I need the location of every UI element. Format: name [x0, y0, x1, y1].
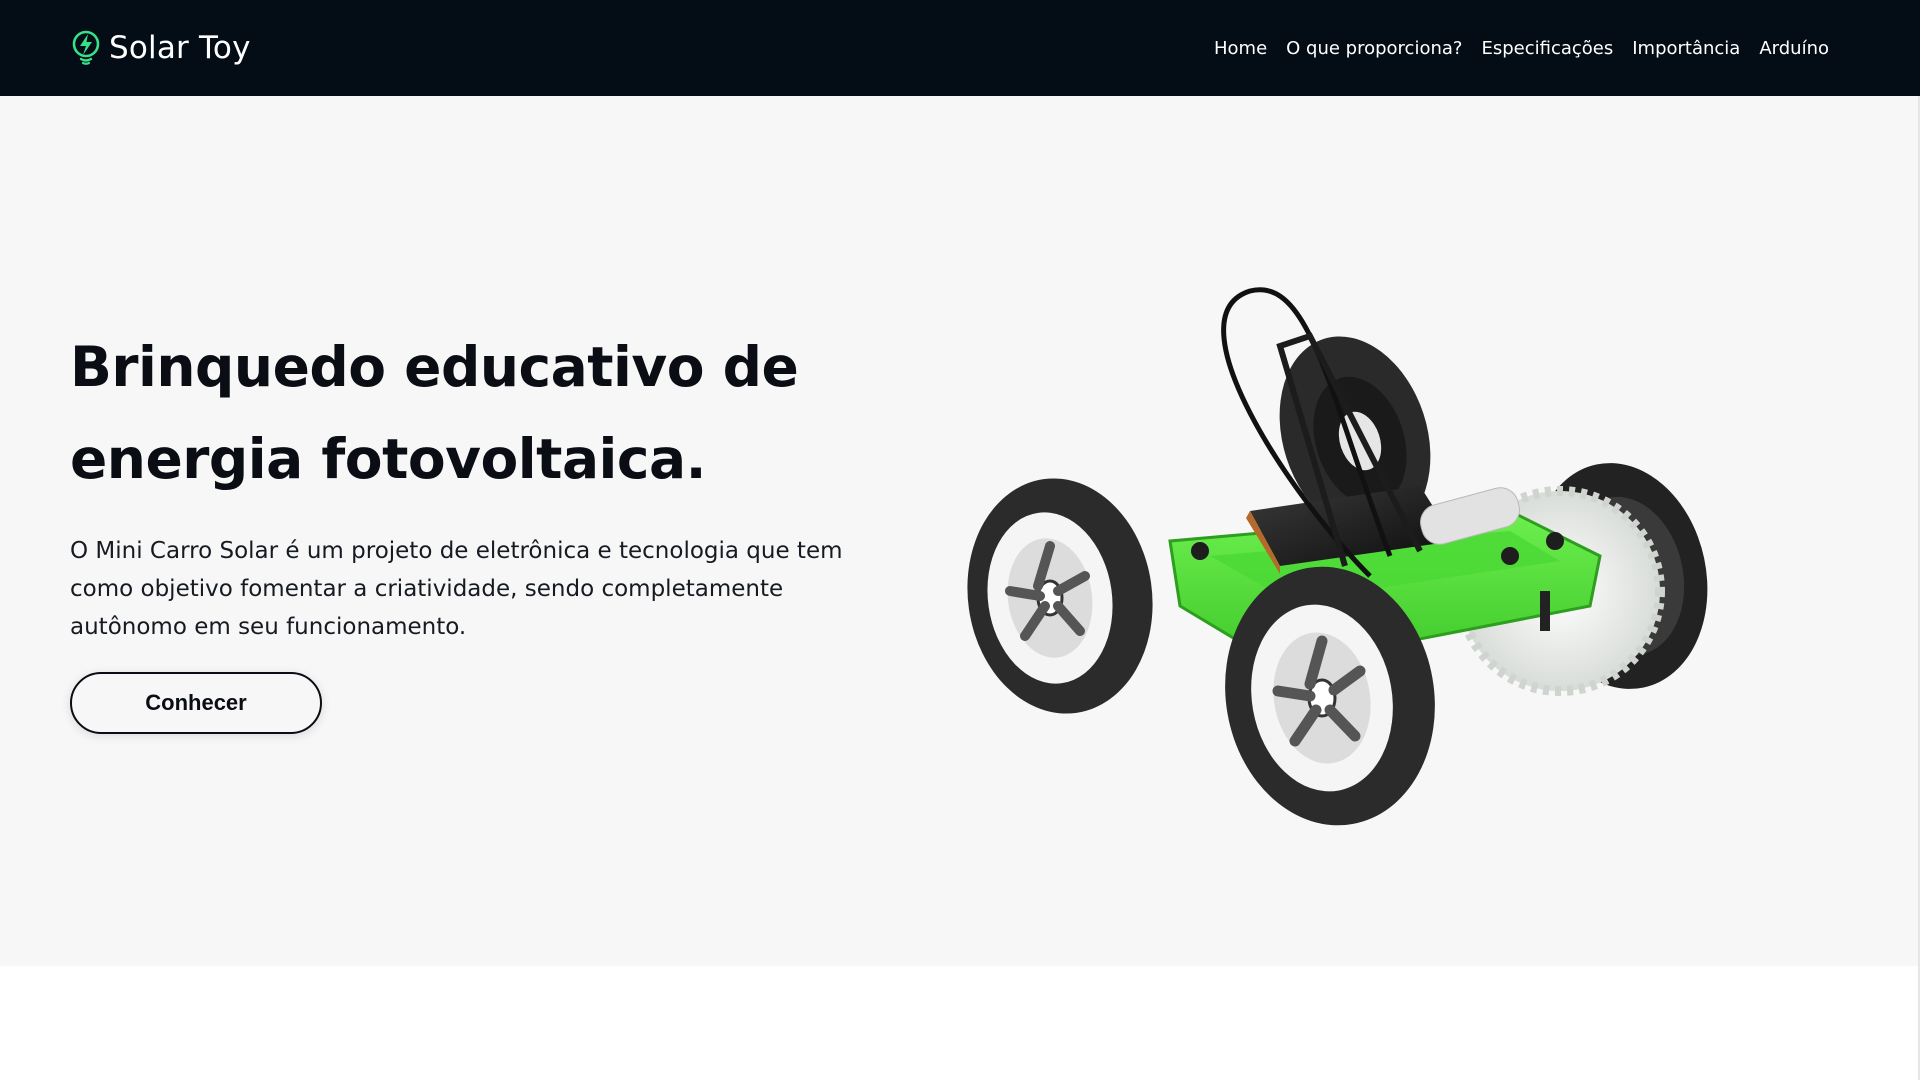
nav-link-o-que-proporciona[interactable]: O que proporciona? [1286, 38, 1462, 59]
hero-title-line-2: energia fotovoltaica. [70, 427, 707, 491]
lightning-bolt-icon [72, 30, 100, 65]
solar-car-toy-image [967, 287, 1708, 826]
hero-title-line-1: Brinquedo educativo de [70, 335, 799, 399]
hero-description: O Mini Carro Solar é um projeto de eletr… [70, 538, 843, 640]
conhecer-button[interactable]: Conhecer [70, 672, 322, 734]
nav-links: Home O que proporciona? Especificações I… [1214, 38, 1829, 59]
nav-link-home[interactable]: Home [1214, 38, 1267, 59]
nav-link-importancia[interactable]: Importância [1632, 38, 1740, 59]
top-navbar: Solar Toy Home O que proporciona? Especi… [0, 0, 1920, 96]
hero-title: Brinquedo educativo de energia fotovolta… [70, 321, 890, 505]
nav-link-arduino[interactable]: Arduíno [1759, 38, 1829, 59]
brand[interactable]: Solar Toy [71, 28, 251, 68]
brand-name: Solar Toy [109, 30, 251, 66]
below-fold-section [0, 966, 1920, 1080]
nav-link-especificacoes[interactable]: Especificações [1481, 38, 1613, 59]
hero-section: Brinquedo educativo de energia fotovolta… [0, 96, 1920, 966]
